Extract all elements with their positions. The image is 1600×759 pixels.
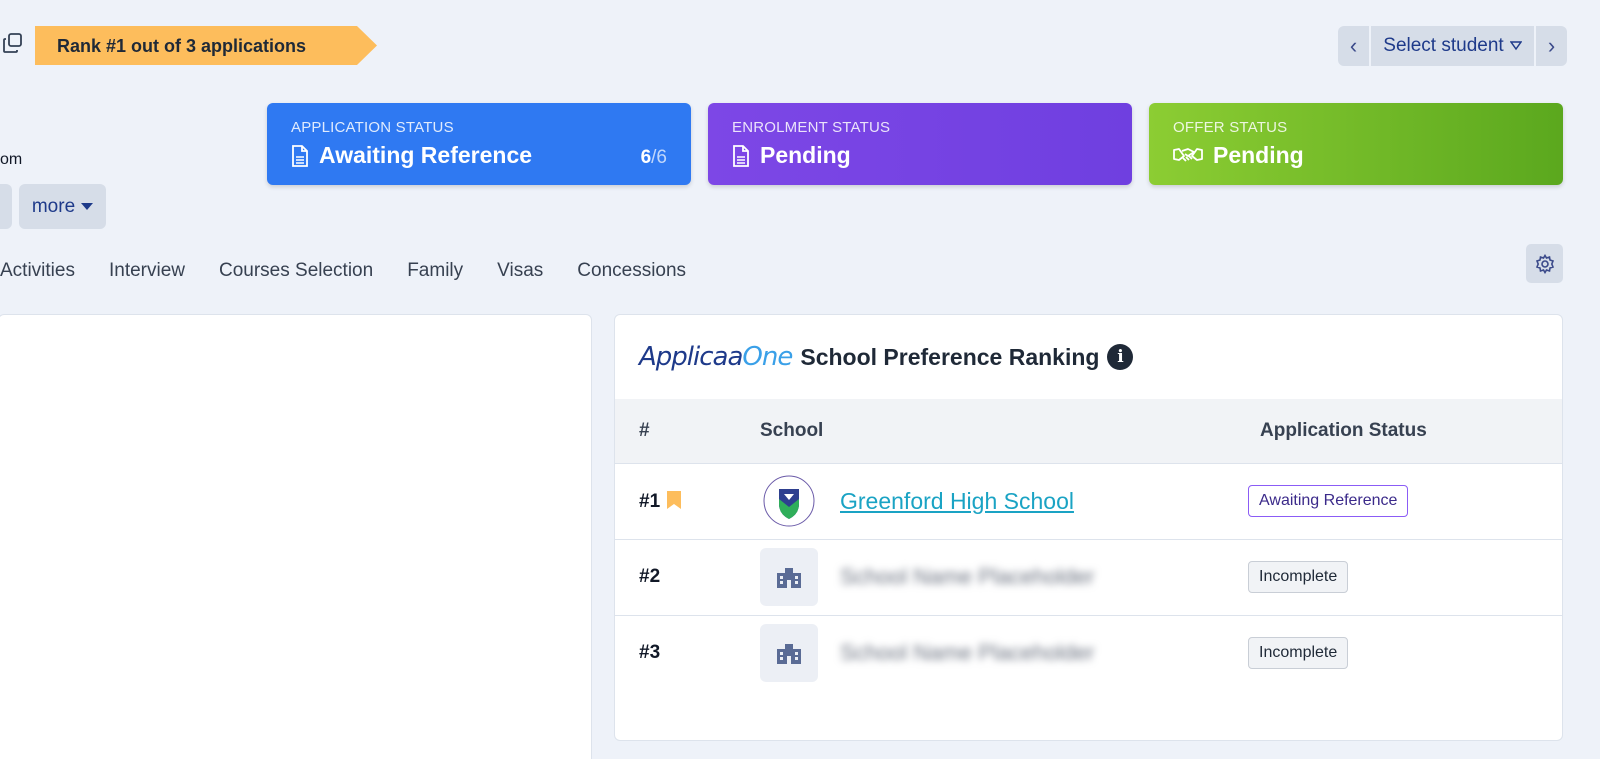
application-status-label: APPLICATION STATUS: [291, 119, 454, 136]
table-row: #3 School Name Placeholder Incomplete: [615, 615, 1562, 691]
application-status-card[interactable]: APPLICATION STATUS Awaiting Reference 6/…: [267, 103, 691, 185]
more-button[interactable]: more: [19, 184, 106, 229]
profile-action-button[interactable]: [0, 184, 12, 229]
school-link[interactable]: Greenford High School: [840, 488, 1074, 515]
column-header-school: School: [760, 419, 824, 441]
school-name-blurred: School Name Placeholder: [840, 640, 1095, 666]
copy-icon[interactable]: [2, 32, 24, 54]
student-navigator: ‹ Select student ›: [1338, 26, 1567, 66]
tab-visas[interactable]: Visas: [497, 260, 543, 282]
application-status-value: Awaiting Reference: [319, 142, 533, 168]
bookmark-icon: [667, 490, 682, 509]
caret-down-icon: [1509, 41, 1522, 51]
rank-number: #1: [639, 490, 661, 512]
document-icon: [292, 144, 308, 167]
table-row: #2 School Name Placeholder Incomplete: [615, 539, 1562, 615]
document-icon: [733, 144, 749, 167]
tab-interview[interactable]: Interview: [109, 260, 185, 282]
previous-student-button[interactable]: ‹: [1338, 26, 1369, 66]
gear-icon: [1535, 253, 1554, 274]
select-student-dropdown[interactable]: Select student: [1371, 26, 1534, 66]
tab-concessions[interactable]: Concessions: [577, 260, 686, 282]
chevron-right-icon: ›: [1547, 33, 1556, 58]
ranking-table: # School Application Status #1 Greenford…: [615, 399, 1562, 691]
email-text: om: [0, 151, 23, 168]
tab-courses-selection[interactable]: Courses Selection: [219, 260, 373, 282]
rank-number: #3: [639, 642, 661, 664]
status-badge: Awaiting Reference: [1248, 485, 1409, 517]
profile-tabs: Activities Interview Courses Selection F…: [0, 260, 686, 282]
settings-button[interactable]: [1526, 244, 1563, 283]
school-crest-logo: [760, 472, 818, 530]
enrolment-status-label: ENROLMENT STATUS: [732, 119, 891, 136]
handshake-icon: [1173, 147, 1203, 162]
enrolment-status-value: Pending: [760, 142, 851, 168]
reference-count: 6/6: [640, 147, 667, 168]
chevron-left-icon: ‹: [1349, 33, 1358, 58]
enrolment-status-card[interactable]: ENROLMENT STATUS Pending: [708, 103, 1132, 185]
next-student-button[interactable]: ›: [1536, 26, 1567, 66]
offer-status-card[interactable]: OFFER STATUS Pending: [1149, 103, 1563, 185]
table-row: #1 Greenford High School Awaiting Refere…: [615, 463, 1562, 539]
rank-badge-text: Rank #1 out of 3 applications: [57, 36, 307, 56]
panel-title: School Preference Ranking: [800, 343, 1100, 370]
caret-down-icon: [81, 202, 94, 210]
status-badge: Incomplete: [1248, 637, 1349, 670]
more-button-label: more: [31, 195, 76, 217]
column-header-status: Application Status: [1260, 419, 1427, 441]
school-building-icon: [760, 548, 818, 606]
rank-number: #2: [639, 566, 661, 587]
school-preference-panel: ApplicaaOne School Preference Ranking i …: [614, 314, 1563, 741]
rank-badge: Rank #1 out of 3 applications: [35, 26, 377, 65]
left-content-panel: [0, 314, 592, 759]
status-badge: Incomplete: [1248, 561, 1349, 593]
offer-status-value: Pending: [1213, 142, 1304, 168]
offer-status-label: OFFER STATUS: [1173, 119, 1288, 136]
applicaa-one-logo: ApplicaaOne: [639, 342, 793, 372]
select-student-label: Select student: [1383, 35, 1504, 56]
info-icon[interactable]: i: [1107, 344, 1134, 370]
school-building-icon: [760, 624, 818, 683]
tab-activities[interactable]: Activities: [0, 260, 75, 282]
column-header-rank: #: [639, 419, 650, 441]
tab-family[interactable]: Family: [407, 260, 463, 282]
school-name-blurred: School Name Placeholder: [840, 564, 1095, 589]
